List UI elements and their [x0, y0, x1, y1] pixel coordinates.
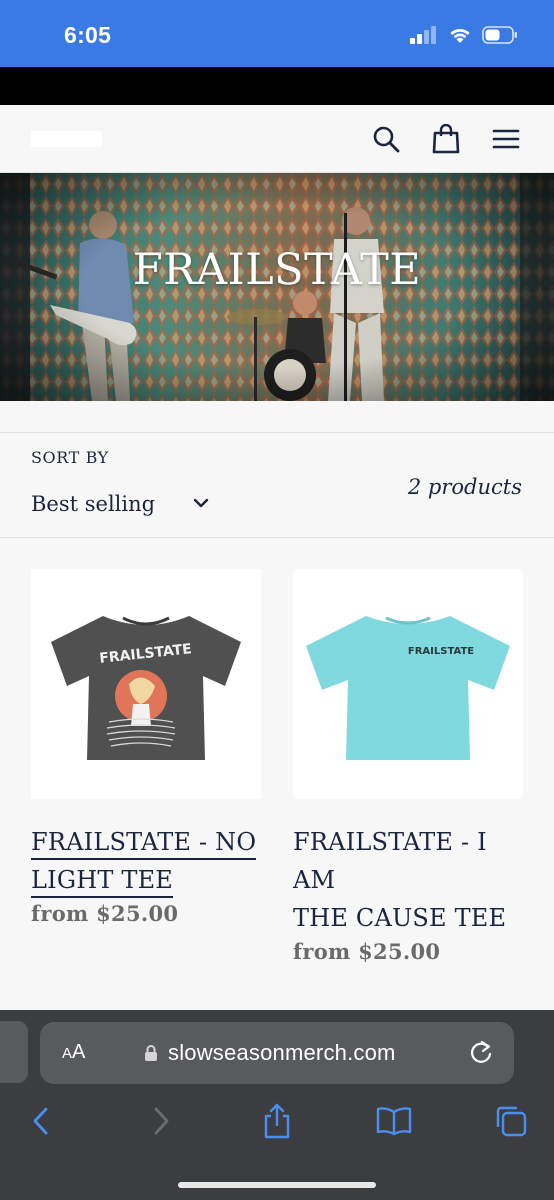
battery-icon — [482, 26, 517, 44]
store-logo[interactable] — [31, 131, 102, 147]
product-image[interactable]: FRAILSTATE — [31, 569, 261, 799]
reload-icon[interactable] — [468, 1039, 494, 1067]
address-bar[interactable]: AA slowseasonmerch.com — [40, 1022, 514, 1084]
product-image[interactable]: FRAILSTATE — [293, 569, 523, 799]
page-top-strip — [0, 67, 554, 105]
tabs-icon[interactable] — [491, 1100, 531, 1142]
browser-toolbar — [0, 1100, 554, 1142]
tshirt-dark-image: FRAILSTATE — [51, 616, 241, 760]
product-title-line-1: FRAILSTATE - I AM — [293, 828, 487, 894]
tshirt-light-blue-image: FRAILSTATE — [306, 616, 510, 760]
product-count: 2 products — [407, 475, 522, 499]
aa-big-letter: A — [72, 1041, 86, 1063]
browser-bottom-bar: AA slowseasonmerch.com — [0, 1010, 554, 1200]
lock-icon — [145, 1045, 157, 1061]
product-price: from $25.00 — [293, 939, 441, 964]
product-title-link[interactable]: FRAILSTATE - I AM THE CAUSE TEE — [293, 823, 523, 937]
sort-select[interactable]: Best selling — [31, 489, 221, 519]
product-title-line-1: FRAILSTATE - NO — [31, 828, 257, 860]
wifi-icon — [450, 28, 470, 43]
aa-small-letter: A — [62, 1045, 73, 1062]
status-time: 6:05 — [64, 22, 112, 48]
reader-settings-button[interactable]: AA — [62, 1041, 85, 1064]
previous-tab-preview[interactable] — [0, 1021, 28, 1083]
product-card[interactable]: FRAILSTATE FRAILSTATE - NO LIGHT TEE fro… — [31, 569, 261, 926]
chevron-down-icon — [193, 498, 209, 508]
status-icons — [410, 26, 518, 44]
forward-icon[interactable] — [141, 1100, 181, 1142]
sort-label: SORT BY — [31, 448, 109, 467]
sort-bar: SORT BY Best selling 2 products — [0, 432, 554, 538]
cellular-icon — [410, 26, 436, 44]
shirt-print-text: FRAILSTATE — [408, 646, 474, 657]
url-text: slowseasonmerch.com — [168, 1040, 396, 1065]
home-indicator — [178, 1182, 376, 1188]
share-icon[interactable] — [257, 1100, 297, 1142]
bookmarks-icon[interactable] — [374, 1100, 414, 1142]
menu-icon[interactable] — [490, 123, 522, 155]
product-title-line-2: THE CAUSE TEE — [293, 904, 507, 932]
product-title-line-2: LIGHT TEE — [31, 866, 174, 898]
sort-selected-value: Best selling — [31, 492, 156, 516]
status-bar: 6:05 — [0, 0, 554, 67]
shopping-bag-icon[interactable] — [430, 123, 462, 155]
search-icon[interactable] — [370, 123, 402, 155]
collection-title: FRAILSTATE — [132, 245, 422, 295]
back-icon[interactable] — [21, 1100, 61, 1142]
site-header — [0, 105, 554, 173]
product-price: from $25.00 — [31, 901, 179, 926]
product-card[interactable]: FRAILSTATE FRAILSTATE - I AM THE CAUSE T… — [293, 569, 523, 964]
product-title-link[interactable]: FRAILSTATE - NO LIGHT TEE — [31, 823, 261, 899]
